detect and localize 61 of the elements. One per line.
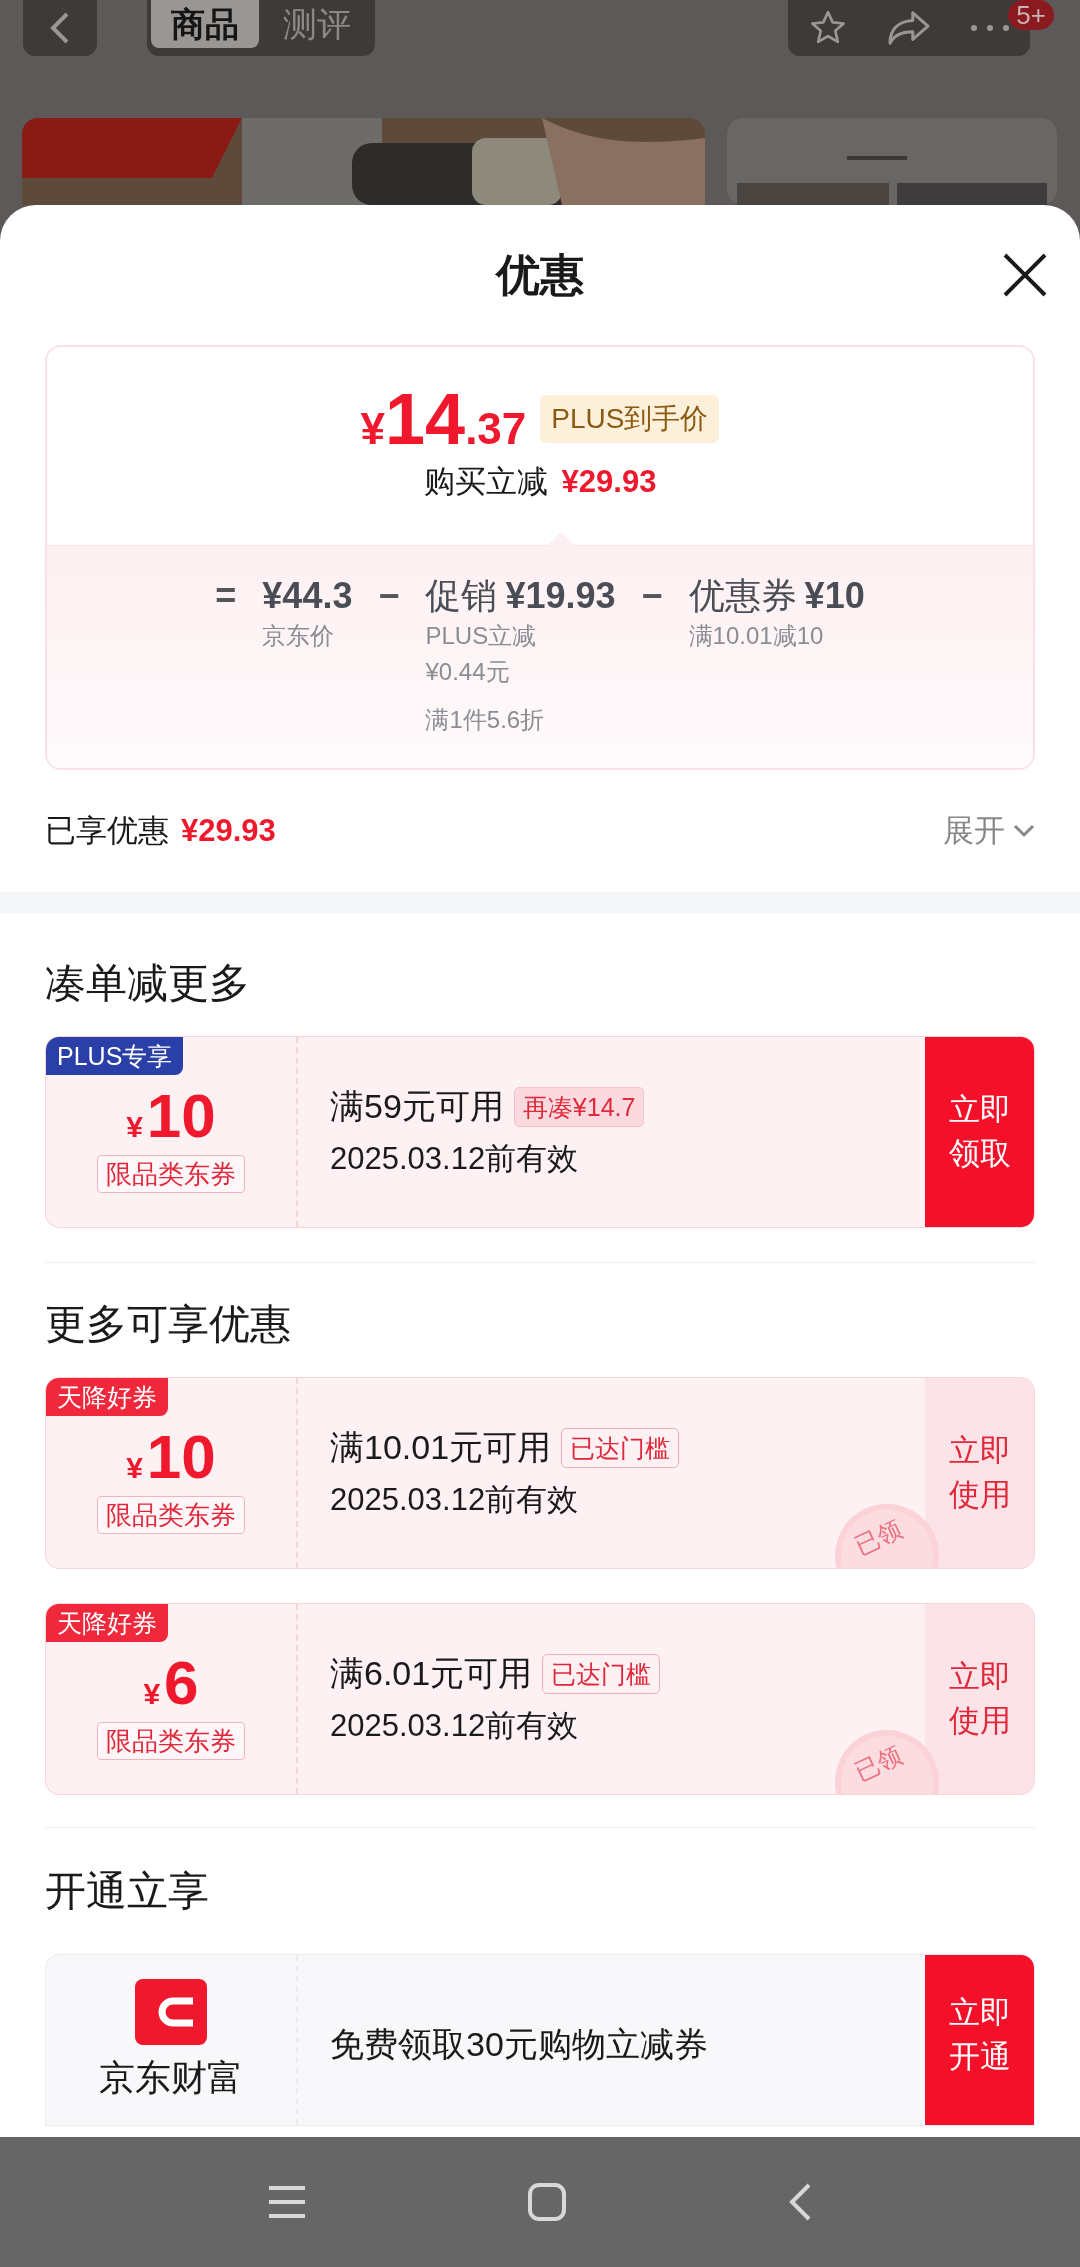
breakdown-note: ¥0.44元 (425, 657, 511, 687)
price-tag: PLUS到手价 (540, 395, 720, 443)
breakdown-label: 优惠券 (688, 574, 797, 618)
section-heading: 更多可享优惠 (45, 1300, 292, 1349)
home-icon[interactable] (527, 2182, 567, 2222)
tab[interactable]: 测评 (263, 0, 371, 48)
coupon-validity: 2025.03.12前有效 (330, 1707, 580, 1746)
coupon-validity: 2025.03.12前有效 (330, 1140, 580, 1179)
breakdown-amount: ¥19.93 (505, 574, 616, 618)
wallet-icon (135, 1979, 207, 2045)
coupon-scope-tag: 限品类东券 (97, 1496, 245, 1534)
back-icon[interactable] (787, 2182, 813, 2222)
coupon-tag: PLUS专享 (46, 1037, 184, 1075)
coupon-validity: 2025.03.12前有效 (330, 1481, 580, 1520)
enjoyed-amount: ¥29.93 (181, 811, 276, 850)
notification-badge: 5+ (1008, 0, 1054, 30)
claim-button[interactable]: 立即 领取 (925, 1037, 1034, 1227)
breakdown-amount: ¥10 (804, 574, 865, 618)
tab[interactable]: 商品 (151, 0, 259, 48)
coupon-tag: 天降好券 (46, 1604, 168, 1642)
coupon-amount: ¥6 (143, 1652, 199, 1714)
breakdown-label: 促销 (425, 574, 498, 618)
more-icon[interactable] (969, 24, 1012, 32)
open-button[interactable]: 立即 开通 (925, 1955, 1034, 2125)
breakdown-note: 满10.01减10 (688, 621, 825, 651)
coupon-condition: 满6.01元可用 (330, 1653, 533, 1695)
coupon-note: 已达门槛 (561, 1427, 680, 1468)
saving-label: 购买立减 (423, 463, 548, 501)
saving-amount: ¥29.93 (561, 463, 657, 501)
offer-text: 免费领取30元购物立减券 (330, 2024, 708, 2065)
chevron-down-icon (1013, 824, 1035, 838)
breakdown-note: 京东价 (262, 621, 336, 651)
enjoyed-label: 已享优惠 (45, 811, 169, 850)
back-icon (49, 11, 71, 45)
brand-name: 京东财富 (99, 2056, 243, 2100)
use-button[interactable]: 立即 使用 (925, 1378, 1034, 1568)
use-button[interactable]: 立即 使用 (925, 1604, 1034, 1794)
coupon-scope-tag: 限品类东券 (97, 1722, 245, 1760)
notch-icon (547, 532, 575, 546)
back-button[interactable] (23, 0, 97, 56)
coupon-scope-tag: 限品类东券 (97, 1155, 245, 1193)
operator-sign: − (378, 574, 400, 618)
coupon-amount: ¥10 (126, 1426, 216, 1488)
section-heading: 开通立享 (45, 1867, 210, 1916)
breakdown-amount: ¥44.3 (262, 574, 353, 618)
expand-button[interactable]: 展开 (943, 807, 1035, 855)
menu-icon[interactable] (267, 2184, 307, 2220)
breakdown-note: 满1件5.6折 (425, 705, 546, 735)
breakdown-note: PLUS立减 (425, 621, 538, 651)
section-heading: 凑单减更多 (45, 959, 251, 1008)
coupon-tag: 天降好券 (46, 1378, 168, 1416)
coupon-note: 已达门槛 (542, 1653, 661, 1694)
operator-sign: = (215, 574, 237, 618)
coupon-amount: ¥10 (126, 1085, 216, 1147)
sheet-title: 优惠 (496, 249, 584, 301)
share-icon[interactable] (886, 9, 932, 47)
coupon-condition: 满59元可用 (330, 1086, 504, 1128)
coupon-note: 再凑¥14.7 (513, 1086, 645, 1127)
final-price: ¥14.37 (360, 383, 527, 455)
coupon-condition: 满10.01元可用 (330, 1427, 552, 1469)
operator-sign: − (641, 574, 663, 618)
